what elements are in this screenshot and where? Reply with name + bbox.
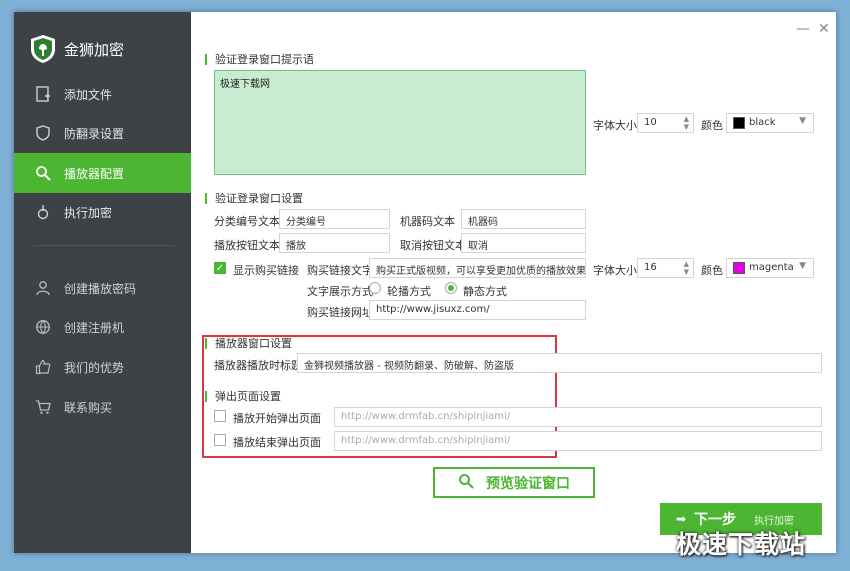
show-buy-link-checkbox[interactable]: ✓ — [214, 262, 226, 274]
player-title-label: 播放器播放时标题 — [214, 359, 302, 372]
shield-icon — [34, 124, 52, 142]
chevron-down-icon: ▼ — [799, 261, 806, 271]
popup-end-checkbox[interactable] — [214, 434, 226, 446]
buy-link-text-label: 购买链接文字 — [307, 264, 373, 277]
mode-scroll-label: 轮播方式 — [387, 285, 431, 298]
color-label: 颜色 — [701, 264, 723, 277]
color-name: magenta — [749, 262, 794, 273]
sidebar-item-add-file[interactable]: 添加文件 — [14, 74, 191, 114]
thumbs-up-icon — [34, 358, 52, 376]
mode-scroll-radio[interactable] — [369, 282, 381, 294]
sidebar-item-label: 防翻录设置 — [64, 126, 125, 141]
arrow-right-icon: ➡ — [676, 512, 687, 526]
buy-link-color-select[interactable]: magenta ▼ — [726, 258, 814, 278]
popup-end-url-input[interactable]: http://www.drmfab.cn/shipinjiami/ — [334, 431, 822, 451]
font-size-value: 16 — [644, 262, 657, 273]
machine-code-input[interactable]: 机器码 — [461, 209, 586, 229]
cancel-button-text-label: 取消按钮文本 — [400, 239, 466, 252]
close-button[interactable]: ✕ — [818, 21, 830, 37]
show-buy-link-label: 显示购买链接 — [233, 264, 299, 277]
brand: 金狮加密 — [30, 32, 124, 66]
sidebar-item-anti-record[interactable]: 防翻录设置 — [14, 113, 191, 153]
buy-link-font-size-spinner[interactable]: 16 ▲ ▼ — [637, 258, 694, 278]
sidebar-divider — [34, 245, 174, 246]
sidebar-item-create-keygen[interactable]: 创建注册机 — [14, 307, 191, 347]
font-size-label: 字体大小 — [593, 119, 637, 132]
buy-link-text-input[interactable]: 购买正式版视频，可以享受更加优质的播放效果 — [369, 258, 586, 278]
add-file-icon — [34, 85, 52, 103]
section-title-player-window: 播放器窗口设置 — [205, 338, 292, 349]
chevron-down-icon: ▼ — [799, 116, 806, 126]
play-button-text-label: 播放按钮文本 — [214, 239, 280, 252]
font-size-label: 字体大小 — [593, 264, 637, 277]
sidebar-item-label: 我们的优势 — [64, 360, 125, 375]
watermark: 极速下载站 — [676, 530, 807, 559]
sidebar-item-player-config[interactable]: 播放器配置 — [14, 153, 191, 193]
color-label: 颜色 — [701, 119, 723, 132]
run-icon — [34, 203, 52, 221]
sidebar-item-label: 创建播放密码 — [64, 281, 137, 296]
mode-static-radio[interactable] — [445, 282, 457, 294]
sidebar-item-label: 播放器配置 — [64, 166, 125, 181]
mode-static-label: 静态方式 — [463, 285, 507, 298]
sidebar: 金狮加密 添加文件 防翻录设置 播放器配置 执行加密 创建播放密码 创建注册机 … — [14, 12, 191, 553]
sidebar-item-label: 添加文件 — [64, 87, 113, 102]
shield-logo-icon — [31, 35, 55, 63]
sidebar-item-execute[interactable]: 执行加密 — [14, 192, 191, 232]
buy-url-label: 购买链接网址 — [307, 306, 373, 319]
sidebar-item-label: 创建注册机 — [64, 320, 125, 335]
sidebar-item-label: 联系购买 — [64, 400, 113, 415]
popup-start-url-input[interactable]: http://www.drmfab.cn/shipinjiami/ — [334, 407, 822, 427]
popup-start-checkbox[interactable] — [214, 410, 226, 422]
play-button-text-input[interactable]: 播放 — [279, 233, 390, 253]
prompt-font-size-spinner[interactable]: 10 ▲ ▼ — [637, 113, 694, 133]
popup-start-label: 播放开始弹出页面 — [233, 412, 321, 425]
color-swatch — [733, 262, 745, 274]
section-title-login-prompt: 验证登录窗口提示语 — [205, 54, 314, 65]
sidebar-item-advantages[interactable]: 我们的优势 — [14, 347, 191, 387]
login-prompt-textarea[interactable]: 极速下载网 — [214, 70, 586, 175]
sidebar-item-create-password[interactable]: 创建播放密码 — [14, 268, 191, 308]
app-name: 金狮加密 — [64, 40, 125, 59]
font-size-value: 10 — [644, 117, 657, 128]
spinner-arrows-icon[interactable]: ▲ ▼ — [684, 115, 689, 131]
cart-icon — [34, 398, 52, 416]
section-title-login-settings: 验证登录窗口设置 — [205, 193, 303, 204]
color-name: black — [749, 117, 776, 128]
app-window: 金狮加密 添加文件 防翻录设置 播放器配置 执行加密 创建播放密码 创建注册机 … — [14, 12, 836, 553]
spinner-arrows-icon[interactable]: ▲ ▼ — [684, 260, 689, 276]
minimize-button[interactable]: — — [796, 21, 810, 37]
search-icon — [34, 164, 52, 182]
globe-icon — [34, 318, 52, 336]
category-input[interactable]: 分类编号 — [279, 209, 390, 229]
color-swatch — [733, 117, 745, 129]
sidebar-item-label: 执行加密 — [64, 205, 113, 220]
popup-end-label: 播放结束弹出页面 — [233, 436, 321, 449]
preview-button-label: 预览验证窗口 — [486, 475, 570, 492]
category-label: 分类编号文本 — [214, 215, 280, 228]
buy-url-input[interactable]: http://www.jisuxz.com/ — [369, 300, 586, 320]
search-icon — [458, 473, 474, 493]
user-icon — [34, 279, 52, 297]
cancel-button-text-input[interactable]: 取消 — [461, 233, 586, 253]
player-title-input[interactable]: 金狮视频播放器 - 视频防翻录、防破解、防盗版 — [297, 353, 822, 373]
preview-button[interactable]: 预览验证窗口 — [433, 467, 595, 498]
machine-code-label: 机器码文本 — [400, 215, 455, 228]
display-mode-label: 文字展示方式 — [307, 285, 373, 298]
sidebar-item-contact-purchase[interactable]: 联系购买 — [14, 387, 191, 427]
main-panel: — ✕ 验证登录窗口提示语 极速下载网 字体大小 10 ▲ ▼ 颜色 black … — [191, 12, 836, 553]
prompt-color-select[interactable]: black ▼ — [726, 113, 814, 133]
section-title-popup: 弹出页面设置 — [205, 391, 281, 402]
